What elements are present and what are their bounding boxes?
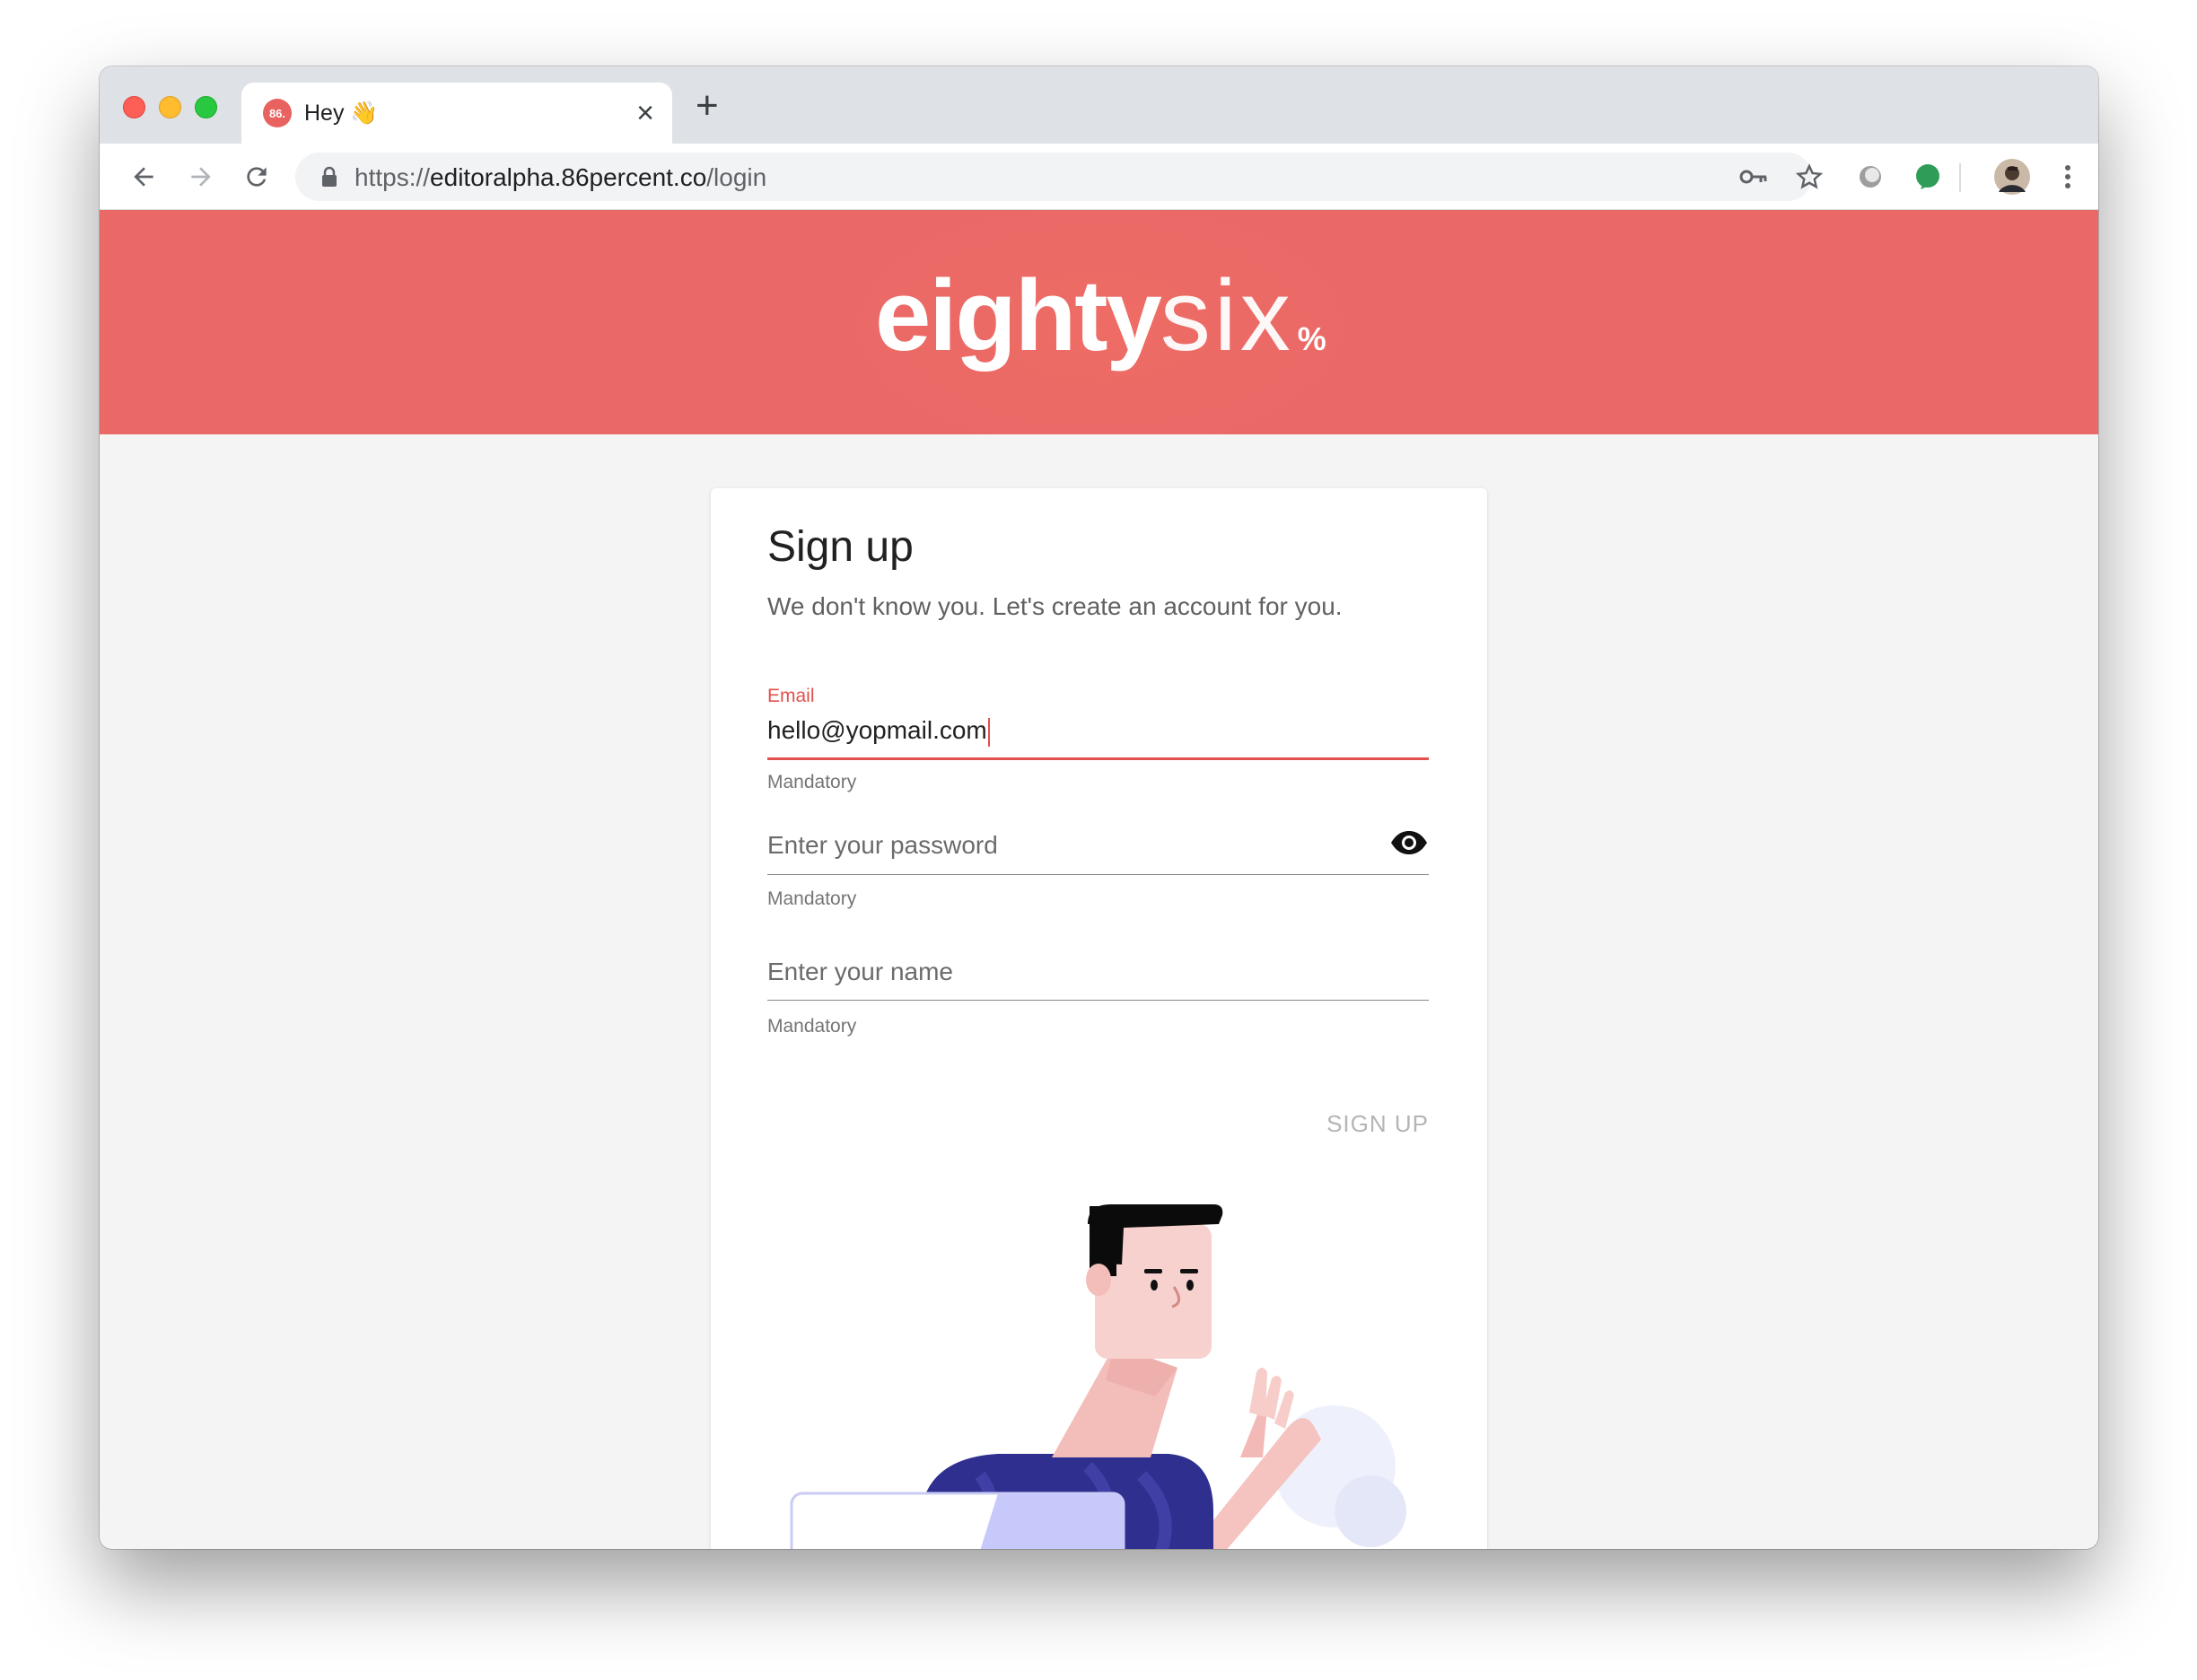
- close-window-button[interactable]: [123, 96, 145, 118]
- page-title: Sign up: [767, 523, 914, 571]
- waving-man-illustration: [790, 1204, 1406, 1549]
- address-bar[interactable]: https://editoralpha.86percent.co/login: [295, 153, 1823, 201]
- browser-toolbar: https://editoralpha.86percent.co/login: [100, 144, 2098, 210]
- email-label: Email: [767, 686, 815, 706]
- maximize-window-button[interactable]: [195, 96, 217, 118]
- url-text: https://editoralpha.86percent.co/login: [354, 163, 767, 191]
- minimize-window-button[interactable]: [159, 96, 181, 118]
- browser-menu-icon[interactable]: [2051, 160, 2085, 194]
- email-value[interactable]: hello@yopmail.com: [767, 716, 987, 744]
- password-field[interactable]: Mandatory: [767, 820, 1429, 928]
- name-underline: [767, 1000, 1429, 1001]
- tab-title: Hey 👋: [304, 101, 379, 126]
- lock-icon: [320, 166, 338, 192]
- show-password-eye-icon[interactable]: [1389, 829, 1429, 856]
- browser-window: 86. Hey 👋 × + https://editoralpha.86perc…: [100, 66, 2098, 1549]
- password-input[interactable]: [767, 820, 1429, 871]
- reload-icon[interactable]: [236, 156, 277, 197]
- tab-close-icon[interactable]: ×: [636, 95, 654, 131]
- back-icon[interactable]: [123, 156, 164, 197]
- bookmark-star-icon[interactable]: [1794, 162, 1825, 192]
- email-helper-text: Mandatory: [767, 772, 857, 792]
- password-underline: [767, 874, 1429, 875]
- site-favicon-icon: 86.: [263, 99, 292, 127]
- eightysix-logo[interactable]: eightysix%: [875, 262, 1326, 393]
- name-input[interactable]: [767, 946, 1429, 998]
- page-viewport: eightysix% Sign up We don't know you. Le…: [100, 210, 2098, 1549]
- email-field[interactable]: Email hello@yopmail.com Mandatory: [767, 686, 1429, 793]
- page-subtitle: We don't know you. Let's create an accou…: [767, 592, 1343, 620]
- key-icon[interactable]: [1738, 162, 1769, 192]
- name-helper-text: Mandatory: [767, 1016, 857, 1037]
- extension-grey-icon[interactable]: [1853, 160, 1887, 194]
- email-underline: [767, 757, 1429, 760]
- name-field[interactable]: Mandatory: [767, 946, 1429, 1054]
- sign-up-button[interactable]: SIGN UP: [1267, 1098, 1429, 1149]
- title-bar: 86. Hey 👋 × +: [100, 66, 2098, 144]
- extension-green-icon[interactable]: [1911, 160, 1945, 194]
- password-helper-text: Mandatory: [767, 888, 857, 909]
- text-caret: [987, 717, 990, 747]
- new-tab-icon[interactable]: +: [696, 86, 719, 126]
- browser-tab[interactable]: 86. Hey 👋 ×: [241, 83, 672, 144]
- header-banner: eightysix%: [100, 210, 2098, 434]
- signup-card: Sign up We don't know you. Let's create …: [711, 488, 1487, 1549]
- toolbar-divider: [1959, 163, 1961, 192]
- profile-avatar[interactable]: [1993, 158, 2031, 196]
- forward-icon[interactable]: [180, 156, 222, 197]
